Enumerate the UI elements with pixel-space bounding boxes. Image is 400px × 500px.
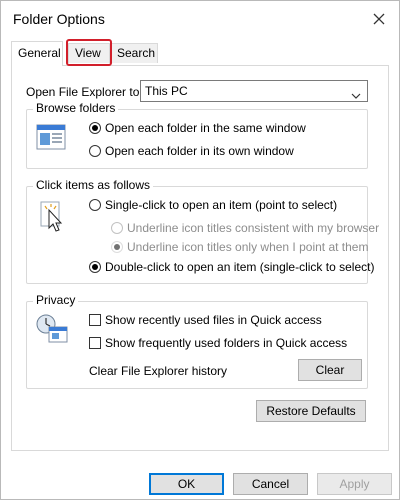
open-same-window-radio[interactable] (89, 122, 101, 134)
browse-folders-title: Browse folders (33, 101, 119, 115)
show-recent-option[interactable]: Show recently used files in Quick access (89, 313, 322, 327)
underline-point-option[interactable]: Underline icon titles only when I point … (111, 240, 368, 254)
pointer-click-icon (37, 200, 67, 239)
click-items-group: Click items as follows Single-click to o… (26, 178, 379, 284)
privacy-icon (35, 313, 69, 348)
underline-point-label: Underline icon titles only when I point … (127, 240, 369, 254)
underline-consistent-option[interactable]: Underline icon titles consistent with my… (111, 221, 379, 235)
open-file-explorer-value: This PC (145, 84, 188, 98)
show-recent-checkbox[interactable] (89, 314, 101, 326)
ok-button[interactable]: OK (149, 473, 224, 495)
general-tab-panel: Open File Explorer to: This PC Browse fo… (11, 65, 389, 451)
clear-button-label: Clear (315, 363, 345, 377)
underline-consistent-label: Underline icon titles consistent with my… (127, 221, 380, 235)
click-items-title: Click items as follows (33, 178, 154, 192)
tab-strip: General View Search (11, 39, 391, 66)
show-frequent-checkbox[interactable] (89, 337, 101, 349)
tab-general[interactable]: General (11, 41, 63, 66)
underline-consistent-radio[interactable] (111, 222, 123, 234)
open-own-window-label: Open each folder in its own window (105, 144, 294, 158)
restore-defaults-button[interactable]: Restore Defaults (256, 400, 366, 422)
single-click-option[interactable]: Single-click to open an item (point to s… (89, 198, 337, 212)
open-same-window-label: Open each folder in the same window (105, 121, 306, 135)
apply-button-label: Apply (339, 477, 370, 491)
open-file-explorer-select[interactable]: This PC (140, 80, 368, 102)
ok-button-label: OK (177, 477, 196, 491)
window-title: Folder Options (13, 11, 105, 27)
browse-folders-icon (35, 123, 67, 156)
open-same-window-option[interactable]: Open each folder in the same window (89, 121, 306, 135)
show-frequent-label: Show frequently used folders in Quick ac… (105, 336, 348, 350)
underline-point-radio[interactable] (111, 241, 123, 253)
chevron-down-icon (351, 88, 361, 102)
show-recent-label: Show recently used files in Quick access (105, 313, 322, 327)
clear-button[interactable]: Clear (298, 359, 362, 381)
apply-button[interactable]: Apply (317, 473, 392, 495)
tab-search-label: Search (117, 46, 156, 60)
open-own-window-radio[interactable] (89, 145, 101, 157)
single-click-radio[interactable] (89, 199, 101, 211)
open-own-window-option[interactable]: Open each folder in its own window (89, 144, 294, 158)
tab-general-label: General (18, 46, 61, 60)
privacy-group: Privacy Show recently used files in Quic… (26, 293, 368, 389)
cancel-button[interactable]: Cancel (233, 473, 308, 495)
close-icon[interactable] (369, 9, 389, 29)
tab-search[interactable]: Search (110, 43, 158, 63)
double-click-option[interactable]: Double-click to open an item (single-cli… (89, 260, 374, 274)
double-click-radio[interactable] (89, 261, 101, 273)
browse-folders-group: Browse folders Open each folder in the s… (26, 101, 368, 169)
open-file-explorer-label: Open File Explorer to: (26, 85, 143, 99)
tab-view-label: View (75, 46, 101, 60)
show-frequent-option[interactable]: Show frequently used folders in Quick ac… (89, 336, 347, 350)
title-bar: Folder Options (1, 1, 399, 37)
clear-history-label: Clear File Explorer history (89, 364, 228, 378)
double-click-label: Double-click to open an item (single-cli… (105, 260, 375, 274)
privacy-title: Privacy (33, 293, 79, 307)
restore-defaults-label: Restore Defaults (266, 404, 356, 418)
cancel-button-label: Cancel (251, 477, 290, 491)
tab-view[interactable]: View (68, 43, 110, 63)
folder-options-dialog: Folder Options General View Search Open … (0, 0, 400, 500)
single-click-label: Single-click to open an item (point to s… (105, 198, 338, 212)
